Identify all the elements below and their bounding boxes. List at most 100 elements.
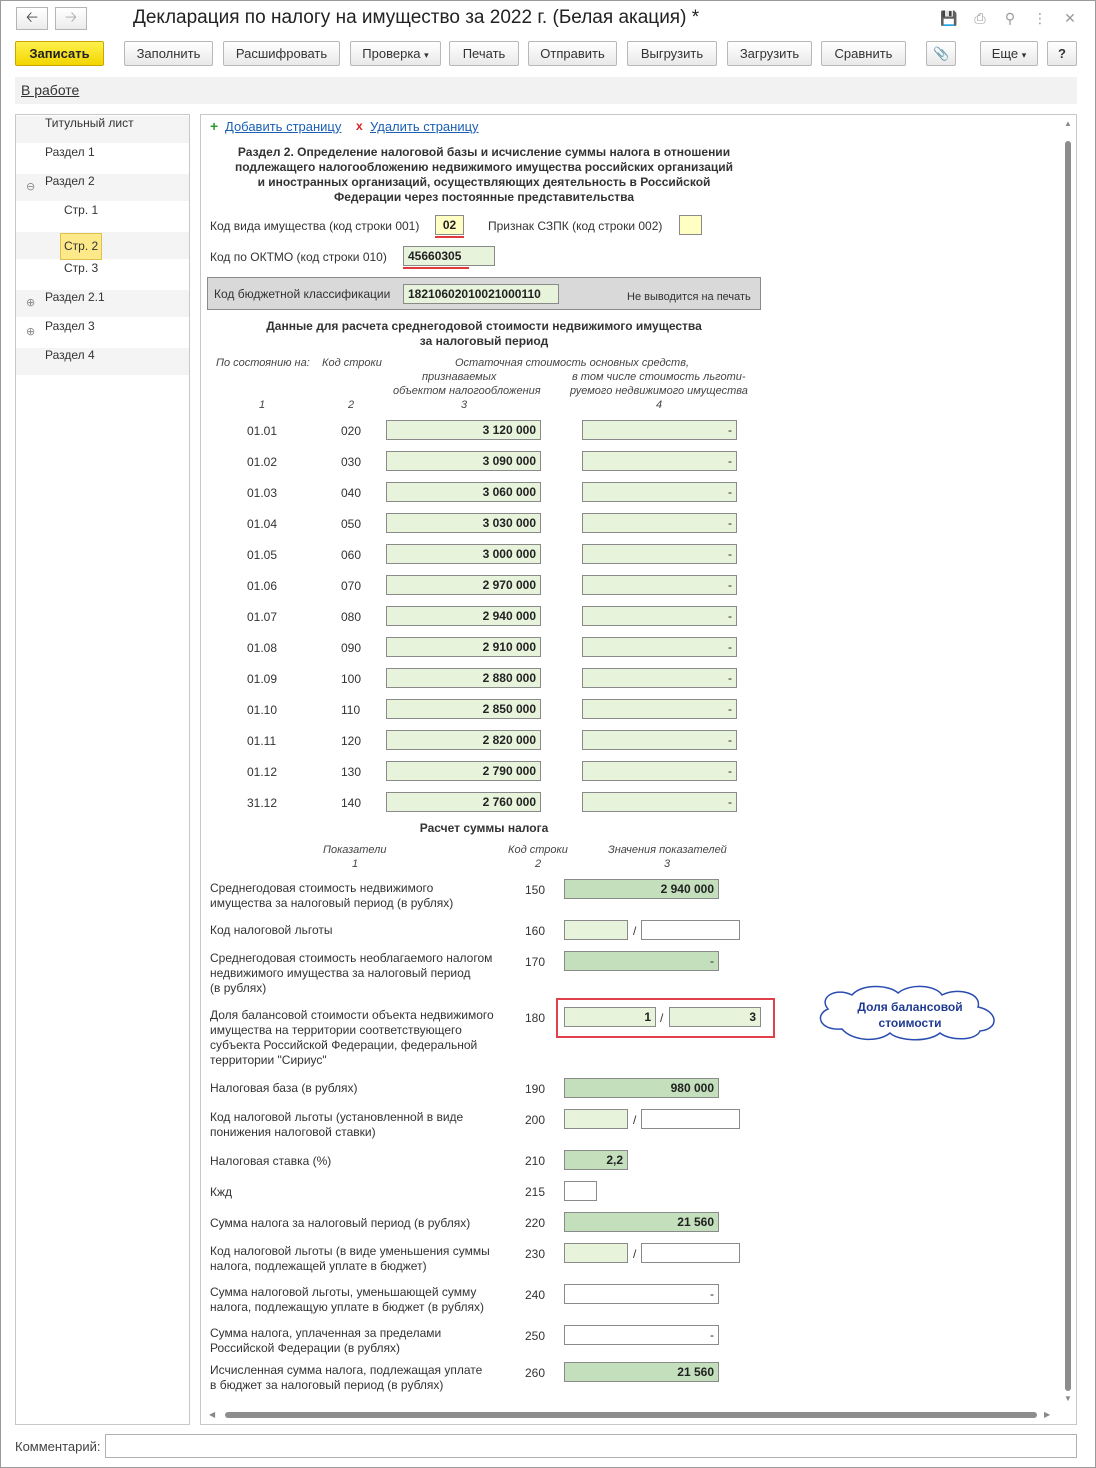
forward-button[interactable]: 🡢	[55, 7, 87, 30]
row-exempt-field[interactable]: -	[582, 482, 737, 502]
row-exempt-field[interactable]: -	[582, 730, 737, 750]
load-button[interactable]: Загрузить	[727, 41, 812, 66]
calc-title: Расчет суммы налога	[419, 821, 549, 835]
row-value-field[interactable]: 2 790 000	[386, 761, 541, 781]
scroll-up-icon[interactable]: ▲	[1063, 119, 1073, 129]
print-button[interactable]: Печать	[449, 41, 519, 66]
row-150-value[interactable]: 2 940 000	[564, 879, 719, 899]
scroll-down-icon[interactable]: ▼	[1063, 1394, 1073, 1404]
expand-icon[interactable]: ⊕	[26, 290, 35, 317]
row-200-field-b[interactable]	[641, 1109, 740, 1129]
row-value-field[interactable]: 2 940 000	[386, 606, 541, 626]
scroll-left-icon[interactable]: ◀	[209, 1410, 219, 1420]
row-220-value[interactable]: 21 560	[564, 1212, 719, 1232]
more-vertical-icon[interactable]: ⋮	[1031, 9, 1049, 27]
tree-item-section-2[interactable]: ⊖ Раздел 2	[16, 174, 189, 201]
row-200-field-a[interactable]	[564, 1109, 628, 1129]
expand-icon[interactable]: ⊕	[26, 319, 35, 346]
property-code-field[interactable]: 02	[435, 215, 464, 235]
row-value-field[interactable]: 3 030 000	[386, 513, 541, 533]
preview-icon[interactable]: ⚲	[1001, 9, 1019, 27]
horizontal-scrollbar[interactable]: ◀ ▶	[209, 1410, 1054, 1420]
row-230-field-b[interactable]	[641, 1243, 740, 1263]
row-230-label: Код налоговой льготы (в виде уменьшения …	[210, 1244, 490, 1273]
save-disk-icon[interactable]: 💾	[940, 9, 958, 27]
row-230-field-a[interactable]	[564, 1243, 628, 1263]
scroll-right-icon[interactable]: ▶	[1044, 1410, 1054, 1420]
tree-item-page-1[interactable]: Стр. 1	[16, 203, 189, 230]
vertical-scroll-thumb[interactable]	[1065, 141, 1071, 1391]
calc-header-values: Значения показателей	[608, 844, 727, 856]
row-date: 01.01	[247, 424, 278, 438]
horizontal-scroll-thumb[interactable]	[225, 1412, 1037, 1418]
close-icon[interactable]: ✕	[1061, 9, 1079, 27]
row-value-field[interactable]: 2 850 000	[386, 699, 541, 719]
tree-item-title-page[interactable]: Титульный лист	[16, 116, 189, 143]
compare-button[interactable]: Сравнить	[821, 41, 906, 66]
row-exempt-field[interactable]: -	[582, 699, 737, 719]
check-button[interactable]: Проверка ▾	[350, 41, 441, 66]
row-240-value[interactable]: -	[564, 1284, 719, 1304]
tree-item-section-2-1[interactable]: ⊕ Раздел 2.1	[16, 290, 189, 317]
row-190-value[interactable]: 980 000	[564, 1078, 719, 1098]
decode-button[interactable]: Расшифровать	[223, 41, 340, 66]
kbk-field[interactable]: 18210602010021000110	[403, 284, 559, 304]
attach-button[interactable]: 📎	[926, 41, 956, 66]
back-button[interactable]: 🡠	[16, 7, 48, 30]
row-250-value[interactable]: -	[564, 1325, 719, 1345]
status-link[interactable]: В работе	[21, 82, 79, 98]
row-value-field[interactable]: 3 120 000	[386, 420, 541, 440]
row-160-field-a[interactable]	[564, 920, 628, 940]
delete-page-link[interactable]: Удалить страницу	[370, 119, 479, 134]
tree-item-page-3[interactable]: Стр. 3	[16, 261, 189, 288]
row-value-field[interactable]: 2 970 000	[386, 575, 541, 595]
row-value-field[interactable]: 3 000 000	[386, 544, 541, 564]
row-exempt-field[interactable]: -	[582, 420, 737, 440]
row-170-value[interactable]: -	[564, 951, 719, 971]
row-180-denominator[interactable]: 3	[669, 1007, 761, 1027]
tree-item-section-1[interactable]: Раздел 1	[16, 145, 189, 172]
calc-header-indicators: Показатели	[323, 844, 387, 856]
row-210-value[interactable]: 2,2	[564, 1150, 628, 1170]
row-exempt-field[interactable]: -	[582, 451, 737, 471]
save-button[interactable]: Записать	[15, 41, 104, 66]
row-exempt-field[interactable]: -	[582, 761, 737, 781]
row-exempt-field[interactable]: -	[582, 513, 737, 533]
send-button[interactable]: Отправить	[528, 41, 617, 66]
row-value-field[interactable]: 2 820 000	[386, 730, 541, 750]
row-190-code: 190	[525, 1082, 546, 1096]
row-210-label: Налоговая ставка (%)	[210, 1154, 332, 1168]
row-exempt-field[interactable]: -	[582, 668, 737, 688]
szpk-field[interactable]	[679, 215, 702, 235]
row-value-field[interactable]: 3 090 000	[386, 451, 541, 471]
row-exempt-field[interactable]: -	[582, 575, 737, 595]
row-200-label: Код налоговой льготы (установленной в ви…	[210, 1110, 464, 1139]
row-value-field[interactable]: 2 760 000	[386, 792, 541, 812]
row-exempt-field[interactable]: -	[582, 792, 737, 812]
printer-icon[interactable]: ⎙	[971, 9, 989, 27]
vertical-scrollbar[interactable]: ▲ ▼	[1063, 119, 1073, 1404]
row-value-field[interactable]: 2 910 000	[386, 637, 541, 657]
row-value-field[interactable]: 3 060 000	[386, 482, 541, 502]
row-180-numerator[interactable]: 1	[564, 1007, 656, 1027]
row-value-field[interactable]: 2 880 000	[386, 668, 541, 688]
tree-item-section-4[interactable]: Раздел 4	[16, 348, 189, 375]
more-button[interactable]: Еще ▾	[980, 41, 1038, 66]
row-260-value[interactable]: 21 560	[564, 1362, 719, 1382]
help-button[interactable]: ?	[1047, 41, 1077, 66]
collapse-icon[interactable]: ⊖	[26, 174, 35, 201]
oktmo-field[interactable]: 45660305	[403, 246, 495, 266]
comment-input[interactable]	[105, 1434, 1077, 1458]
tree-item-page-2[interactable]: Стр. 2	[16, 232, 189, 260]
tree-item-section-3[interactable]: ⊕ Раздел 3	[16, 319, 189, 346]
row-260-code: 260	[525, 1366, 546, 1380]
row-exempt-field[interactable]: -	[582, 544, 737, 564]
row-code: 120	[341, 734, 362, 748]
row-exempt-field[interactable]: -	[582, 606, 737, 626]
fill-button[interactable]: Заполнить	[124, 41, 213, 66]
row-exempt-field[interactable]: -	[582, 637, 737, 657]
row-160-field-b[interactable]	[641, 920, 740, 940]
upload-button[interactable]: Выгрузить	[627, 41, 717, 66]
add-page-link[interactable]: Добавить страницу	[225, 119, 341, 134]
row-215-field[interactable]	[564, 1181, 597, 1201]
